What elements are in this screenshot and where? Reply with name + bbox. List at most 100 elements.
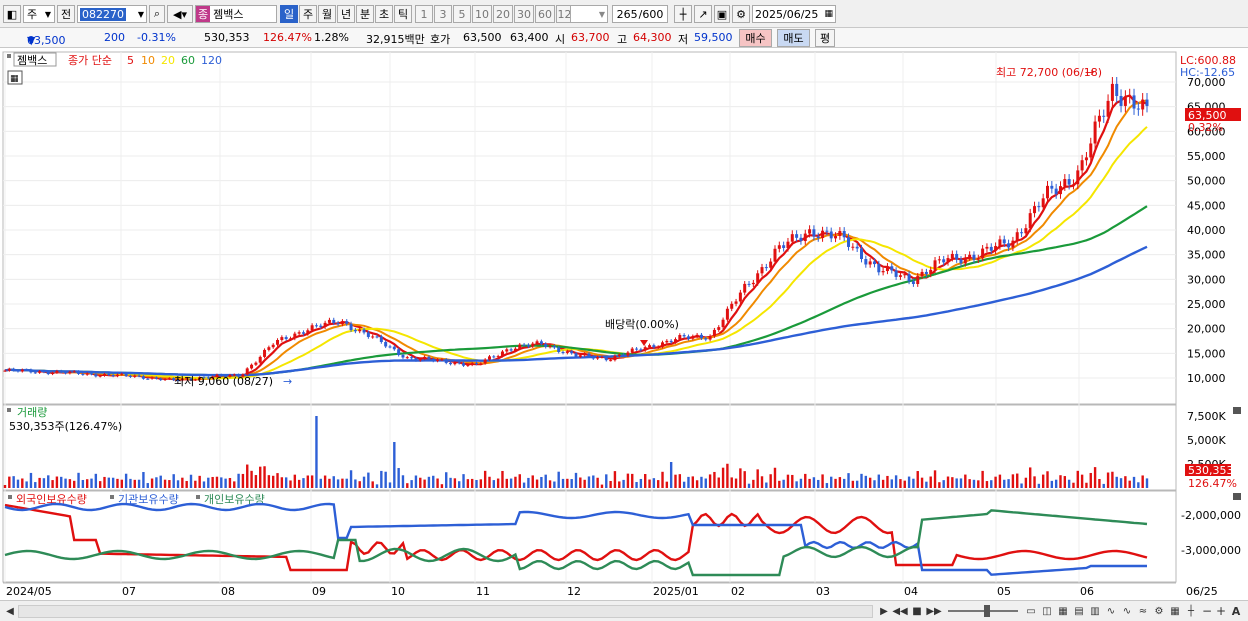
candle-body xyxy=(436,359,440,361)
volume-bar xyxy=(687,476,690,488)
pane-handle-icon[interactable] xyxy=(7,408,11,412)
volume-bar xyxy=(998,474,1002,488)
sell-button[interactable]: 매도 xyxy=(777,29,810,47)
candle-body xyxy=(20,369,24,372)
window-menu-icon[interactable]: ◧ xyxy=(3,5,21,23)
stock-code-input[interactable]: 082270 ▼ xyxy=(77,5,147,23)
minute-option-30[interactable]: 30 xyxy=(514,5,534,23)
pane-handle-icon[interactable] xyxy=(7,54,11,58)
candle-body xyxy=(678,335,682,340)
gear-icon[interactable]: ⚙ xyxy=(732,5,750,23)
interval-select[interactable]: ▼ xyxy=(570,5,608,23)
volume-bar xyxy=(795,481,798,488)
candle-body xyxy=(245,368,249,375)
timeframe-1[interactable]: 주 xyxy=(299,5,317,23)
volume-bar xyxy=(717,477,720,488)
minute-option-3[interactable]: 3 xyxy=(434,5,452,23)
split-icon[interactable]: ◫ xyxy=(1040,604,1054,618)
trend-icon[interactable]: ∿ xyxy=(1104,604,1118,618)
candle-body xyxy=(933,260,937,270)
volume-bar xyxy=(280,477,284,488)
candle-body xyxy=(289,338,292,340)
settings-icon[interactable]: ⚙ xyxy=(1152,604,1166,618)
zoom-slider[interactable] xyxy=(948,610,1018,612)
volume-bar xyxy=(458,481,461,488)
timeframe-4[interactable]: 분 xyxy=(356,5,374,23)
date-field[interactable]: 2025/06/25 ▦ xyxy=(752,5,836,23)
fast-forward-icon[interactable]: ▶▶ xyxy=(926,604,941,618)
timeframe-5[interactable]: 초 xyxy=(375,5,393,23)
zoom-out-icon[interactable]: − xyxy=(1200,604,1214,618)
candle-body xyxy=(1007,243,1011,248)
period-select[interactable]: 주 ▼ xyxy=(23,5,55,23)
volume-bar xyxy=(713,471,716,488)
minute-option-20[interactable]: 20 xyxy=(493,5,513,23)
scroll-track[interactable] xyxy=(18,605,873,618)
font-size-icon[interactable]: A xyxy=(1229,604,1243,618)
series-handle-icon[interactable] xyxy=(196,495,200,499)
pane-close-icon[interactable] xyxy=(1233,493,1241,500)
volume-bar xyxy=(925,481,928,488)
candle-body xyxy=(310,325,314,331)
candle-body xyxy=(1106,100,1110,117)
candle-body xyxy=(1115,83,1119,96)
candle-body xyxy=(583,353,587,356)
crosshair-icon[interactable]: ┼ xyxy=(1184,604,1198,618)
candle-body xyxy=(115,374,119,377)
sound-menu-icon[interactable]: ◀▾ xyxy=(167,5,193,23)
minute-option-1[interactable]: 1 xyxy=(415,5,433,23)
volume-bar xyxy=(155,477,158,488)
candle-type-icon[interactable]: ┼ xyxy=(674,5,692,23)
volume-bar xyxy=(899,479,902,488)
table-view-icon[interactable]: ▦ xyxy=(1168,604,1182,618)
candle-body xyxy=(492,356,496,358)
holdings-y-tick: -2,000,000 xyxy=(1181,509,1241,522)
candle-body xyxy=(401,355,405,358)
prev-button[interactable]: 전 xyxy=(57,5,75,23)
wave-icon[interactable]: ≈ xyxy=(1136,604,1150,618)
candle-body xyxy=(1024,228,1028,234)
volume-bar xyxy=(1128,480,1131,488)
volume-bar xyxy=(912,478,915,488)
grid-icon[interactable]: ▤ xyxy=(1072,604,1086,618)
search-icon[interactable]: ⌕ xyxy=(149,5,165,23)
table-icon[interactable]: ▦ xyxy=(1056,604,1070,618)
volume-bar xyxy=(319,478,322,488)
series-handle-icon[interactable] xyxy=(110,495,114,499)
scroll-right-icon[interactable]: ▶ xyxy=(878,604,890,618)
save-icon[interactable]: ▣ xyxy=(714,5,730,23)
zoom-slider-handle[interactable] xyxy=(984,605,990,617)
stock-name-field[interactable]: 종 젬백스 xyxy=(195,5,277,23)
minute-option-10[interactable]: 10 xyxy=(472,5,492,23)
volume-bar xyxy=(267,475,271,488)
series-handle-icon[interactable] xyxy=(8,495,12,499)
line-chart-icon[interactable]: ∿ xyxy=(1120,604,1134,618)
pane-close-icon[interactable] xyxy=(1233,407,1241,414)
candle-body xyxy=(872,261,876,265)
volume-bar xyxy=(583,479,586,488)
candle-body xyxy=(150,377,154,379)
minute-option-60[interactable]: 60 xyxy=(535,5,555,23)
price-y-tick: 40,000 xyxy=(1187,224,1226,237)
layout-icon[interactable]: ▭ xyxy=(1024,604,1038,618)
draw-tool-icon[interactable]: ↗ xyxy=(694,5,712,23)
minute-option-5[interactable]: 5 xyxy=(453,5,471,23)
flat-button[interactable]: 평 xyxy=(815,29,835,47)
volume-bar xyxy=(215,476,219,488)
timeframe-2[interactable]: 월 xyxy=(318,5,336,23)
timeframe-0[interactable]: 일 xyxy=(280,5,298,23)
zoom-in-icon[interactable]: + xyxy=(1214,604,1228,618)
candle-body xyxy=(1037,206,1041,208)
bar-chart-icon[interactable]: ▥ xyxy=(1088,604,1102,618)
count-field[interactable]: 265/600 xyxy=(612,5,668,23)
timeframe-3[interactable]: 년 xyxy=(337,5,355,23)
scroll-left-icon[interactable]: ◀ xyxy=(4,604,16,618)
rewind-icon[interactable]: ◀◀ xyxy=(892,604,907,618)
volume-bar xyxy=(574,472,578,488)
chart-area[interactable]: 70,00065,00060,00055,00050,00045,00040,0… xyxy=(0,49,1248,600)
timeframe-6[interactable]: 틱 xyxy=(394,5,412,23)
buy-button[interactable]: 매수 xyxy=(739,29,772,47)
volume-bar xyxy=(808,478,811,488)
stop-icon[interactable]: ■ xyxy=(911,604,923,618)
volume-bar xyxy=(587,476,591,488)
